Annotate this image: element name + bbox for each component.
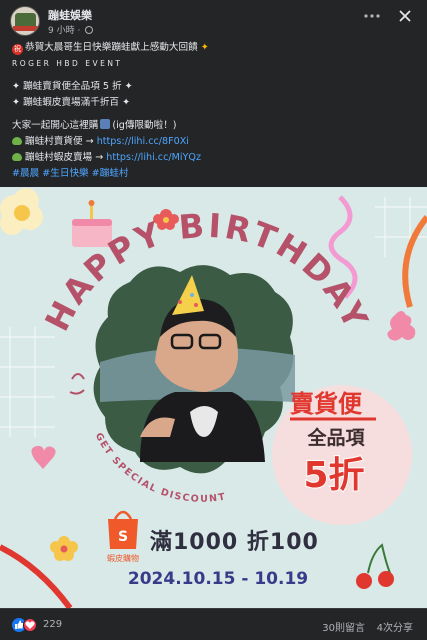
box-icon (100, 119, 111, 129)
hashtag-row: #晨晨 #生日快樂 #蹦蛙村 (12, 166, 417, 182)
post-line-4: ✦ 蹦蛙蝦皮賣場滿千折百 ✦ (12, 97, 131, 108)
love-icon[interactable] (23, 618, 37, 632)
post-image[interactable]: HAPPY BIRTHDAY GET SPECIAL DISCOUNT 賣貨便 … (0, 187, 427, 608)
party-popper-icon: ✦ (197, 42, 209, 53)
post-line-5: 大家一起開心這裡購 (ig傳限動啦！) (12, 118, 417, 134)
link-1[interactable]: https://lihi.cc/8F0Xi (97, 136, 189, 147)
page-avatar[interactable] (10, 6, 40, 36)
comment-count[interactable]: 30則留言 (322, 619, 365, 634)
hashtag-link[interactable]: #晨晨 (12, 168, 39, 179)
heart-icon (25, 621, 35, 629)
dot-separator: · (77, 26, 84, 36)
post-line-7: 蹦蛙村蝦皮賣場 → https://lihi.cc/MiYQz (12, 150, 417, 166)
reaction-count[interactable]: 229 (43, 619, 62, 630)
congrats-icon: 祝 (12, 44, 23, 55)
shop1-offer: 全品項 (306, 426, 365, 449)
post-line-1: 祝恭賀大晨哥生日快樂蹦蛙獻上感動大回饋 ✦ (12, 40, 417, 56)
share-count[interactable]: 4次分享 (377, 619, 413, 634)
link-1-label: 蹦蛙村賣貨便 → (25, 136, 97, 147)
more-options-button[interactable] (363, 9, 381, 27)
facebook-post: 蹦蛙娛樂 9 小時 · 祝恭賀大晨哥生日快樂蹦蛙獻上感動大回饋 ✦ ROGER … (0, 0, 427, 640)
page-name[interactable]: 蹦蛙娛樂 (48, 7, 92, 23)
shopee-logo-label: 蝦皮購物 (107, 553, 139, 563)
post-footer: 229 30則留言 4次分享 (0, 608, 427, 640)
post-line-2: ROGER HBD EVENT (12, 59, 123, 68)
shop1-name: 賣貨便 (290, 390, 363, 418)
post-line-3: ✦ 蹦蛙賣貨便全品項 5 折 ✦ (12, 81, 133, 92)
more-icon (364, 14, 380, 18)
avatar-band (13, 26, 38, 31)
post-line-1-text: 恭賀大晨哥生日快樂蹦蛙獻上感動大回饋 (25, 42, 198, 53)
hashtag-link[interactable]: #生日快樂 (42, 168, 88, 179)
hashtag-link[interactable]: #蹦蛙村 (92, 168, 129, 179)
frog-icon (12, 153, 22, 161)
post-body: 祝恭賀大晨哥生日快樂蹦蛙獻上感動大回饋 ✦ ROGER HBD EVENT ✦ … (12, 40, 417, 182)
post-line-6: 蹦蛙村賣貨便 → https://lihi.cc/8F0Xi (12, 134, 417, 150)
shop2-offer: 滿1000 折100 (150, 529, 319, 555)
link-2[interactable]: https://lihi.cc/MiYQz (106, 152, 201, 163)
post-header: 蹦蛙娛樂 9 小時 · (10, 6, 419, 36)
post-meta: 9 小時 · (48, 23, 94, 36)
frog-icon (12, 137, 22, 145)
shop1-discount: 5折 (303, 455, 364, 496)
birthday-banner: HAPPY BIRTHDAY GET SPECIAL DISCOUNT 賣貨便 … (0, 187, 427, 608)
post-line-5-note: (ig傳限動啦！) (112, 120, 177, 131)
svg-text:S: S (118, 529, 128, 545)
post-time[interactable]: 9 小時 (48, 26, 75, 36)
shopee-logo: S 蝦皮購物 (107, 510, 139, 563)
event-dates: 2024.10.15 - 10.19 (128, 569, 308, 589)
close-button[interactable] (395, 6, 415, 31)
globe-icon (85, 26, 94, 34)
close-icon (399, 10, 411, 22)
post-line-5-text: 大家一起開心這裡購 (12, 120, 99, 131)
link-2-label: 蹦蛙村蝦皮賣場 → (25, 152, 107, 163)
